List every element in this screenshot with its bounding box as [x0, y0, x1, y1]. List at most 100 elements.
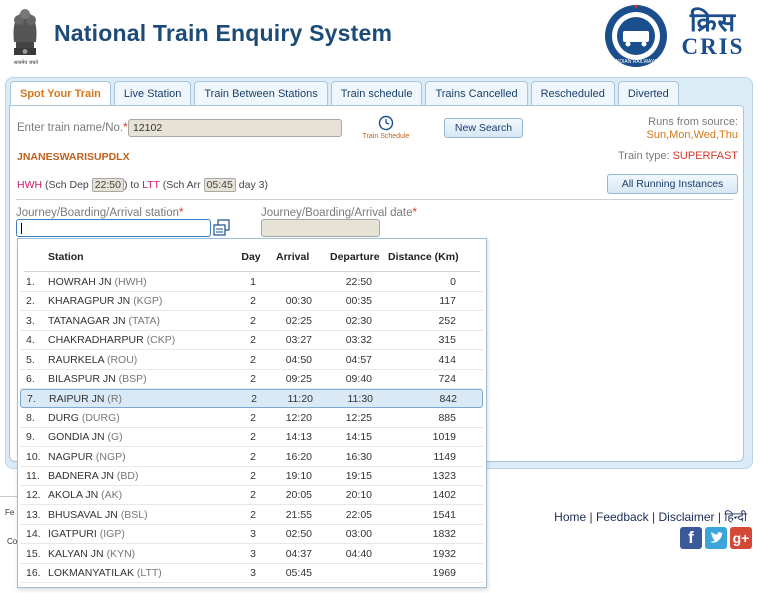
- row-station: LOKMANYATILAK (LTT): [48, 567, 162, 579]
- station-row[interactable]: 3. 2 02:25 02:30 252 TATANAGAR JN (TATA): [20, 312, 483, 331]
- row-distance: 724: [438, 373, 456, 385]
- train-type-value: SUPERFAST: [672, 150, 738, 162]
- row-station: DURG (DURG): [48, 412, 120, 424]
- train-type: Train type: SUPERFAST: [618, 150, 738, 162]
- tab-train-schedule[interactable]: Train schedule: [330, 81, 423, 105]
- date-input[interactable]: [261, 219, 380, 237]
- row-station: KHARAGPUR JN (KGP): [48, 295, 162, 307]
- row-number: 4.: [26, 334, 35, 347]
- station-row[interactable]: 15. 3 04:37 04:40 1932 KALYAN JN (KYN): [20, 545, 483, 564]
- header-station: Station: [48, 251, 84, 263]
- clock-icon: [378, 115, 394, 131]
- train-input-label: Enter train name/No.*: [17, 122, 128, 134]
- row-station: GONDIA JN (G): [48, 431, 123, 443]
- row-day: 2: [250, 314, 256, 327]
- station-list-icon[interactable]: [213, 219, 231, 237]
- station-name: RAURKELA: [48, 353, 105, 366]
- station-input[interactable]: [16, 219, 211, 237]
- facebook-icon[interactable]: f: [680, 527, 702, 549]
- divider: [16, 199, 733, 200]
- station-row[interactable]: 10. 2 16:20 16:30 1149 NAGPUR (NGP): [20, 448, 483, 467]
- tab-rescheduled[interactable]: Rescheduled: [530, 81, 615, 105]
- all-running-instances-button[interactable]: All Running Instances: [607, 174, 738, 194]
- station-name: DURG: [48, 411, 79, 424]
- row-departure: 22:50: [345, 276, 372, 288]
- row-distance: 1832: [432, 528, 456, 541]
- row-number: 10.: [26, 450, 41, 463]
- station-code: (BSP): [118, 373, 147, 385]
- row-departure: 19:15: [345, 470, 372, 482]
- row-day: 2: [251, 393, 257, 406]
- runs-label: Runs from source:: [648, 116, 738, 128]
- row-station: NAGPUR (NGP): [48, 451, 126, 463]
- row-distance: 1149: [433, 450, 456, 463]
- row-day: 1: [250, 276, 256, 288]
- tab-trains-cancelled[interactable]: Trains Cancelled: [425, 81, 528, 105]
- runs-days: Sun,Mon,Wed,Thu: [646, 129, 738, 141]
- station-row[interactable]: 13. 2 21:55 22:05 1541 BHUSAVAL JN (BSL): [20, 506, 483, 525]
- google-plus-icon[interactable]: g+: [730, 527, 752, 549]
- station-code: (BSL): [120, 508, 148, 521]
- train-type-label: Train type:: [617, 150, 670, 162]
- row-day: 2: [250, 353, 256, 366]
- station-row[interactable]: 8. 2 12:20 12:25 885 DURG (DURG): [20, 409, 483, 428]
- station-row[interactable]: 5. 2 04:50 04:57 414 RAURKELA (ROU): [20, 351, 483, 370]
- station-row[interactable]: 16. 3 05:45 1969 LOKMANYATILAK (LTT): [20, 564, 483, 583]
- station-row[interactable]: 7. 2 11:20 11:30 842 RAIPUR JN (R): [20, 389, 483, 409]
- train-number-input[interactable]: 12102: [128, 119, 342, 137]
- row-day: 2: [250, 411, 256, 424]
- station-row[interactable]: 11. 2 19:10 19:15 1323 BADNERA JN (BD): [20, 467, 483, 486]
- row-arrival: 04:50: [285, 353, 312, 366]
- twitter-icon[interactable]: [705, 527, 727, 549]
- row-arrival: 09:25: [285, 373, 312, 385]
- row-distance: 1323: [432, 470, 456, 482]
- row-arrival: 12:20: [285, 411, 312, 424]
- row-distance: 1932: [432, 547, 456, 560]
- hindi-link[interactable]: हिन्दी: [724, 510, 747, 524]
- indian-railways-logo-icon: INDIAN RAILWAYS: [605, 5, 667, 67]
- row-day: 2: [250, 295, 256, 308]
- home-link[interactable]: Home: [554, 510, 586, 524]
- row-departure: 11:30: [347, 393, 374, 406]
- station-code: (TATA): [128, 314, 161, 327]
- row-number: 11.: [26, 470, 40, 482]
- row-arrival: 02:50: [285, 528, 312, 541]
- row-number: 7.: [27, 393, 36, 406]
- train-schedule-button[interactable]: Train Schedule: [356, 115, 416, 141]
- station-code: (LTT): [136, 567, 162, 579]
- station-code: (ROU): [106, 353, 138, 366]
- row-day: 2: [250, 508, 256, 521]
- station-row[interactable]: 12. 2 20:05 20:10 1402 AKOLA JN (AK): [20, 486, 483, 506]
- station-row[interactable]: 4. 2 03:27 03:32 315 CHAKRADHARPUR (CKP): [20, 331, 483, 351]
- station-row[interactable]: 1. 1 22:50 0 HOWRAH JN (HWH): [20, 273, 483, 292]
- tab-spot-your-train[interactable]: Spot Your Train: [10, 81, 111, 107]
- page-title: National Train Enquiry System: [54, 20, 393, 46]
- footer-line: [0, 496, 17, 497]
- row-day: 2: [250, 450, 256, 463]
- station-table-header: Station Day Arrival Departure Distance (…: [18, 248, 486, 266]
- row-arrival: 00:30: [285, 295, 312, 308]
- station-name: GONDIA JN: [48, 431, 105, 444]
- disclaimer-link[interactable]: Disclaimer: [659, 510, 715, 524]
- station-row[interactable]: 2. 2 00:30 00:35 117 KHARAGPUR JN (KGP): [20, 292, 483, 312]
- row-station: BHUSAVAL JN (BSL): [48, 509, 148, 521]
- date-label: Journey/Boarding/Arrival date*: [261, 207, 417, 219]
- new-search-button[interactable]: New Search: [444, 118, 523, 138]
- tab-train-between-stations[interactable]: Train Between Stations: [194, 81, 328, 105]
- row-departure: 16:30: [345, 450, 372, 463]
- station-row[interactable]: 6. 2 09:25 09:40 724 BILASPUR JN (BSP): [20, 370, 483, 389]
- station-name: HOWRAH JN: [48, 276, 112, 288]
- tab-diverted[interactable]: Diverted: [617, 81, 679, 105]
- station-row[interactable]: 9. 2 14:13 14:15 1019 GONDIA JN (G): [20, 428, 483, 448]
- row-departure: 09:40: [345, 373, 372, 385]
- tab-live-station[interactable]: Live Station: [113, 81, 192, 105]
- row-departure: 14:15: [345, 431, 372, 444]
- feedback-link[interactable]: Feedback: [596, 510, 649, 524]
- row-number: 14.: [26, 528, 41, 541]
- row-distance: 885: [438, 411, 456, 424]
- row-day: 2: [250, 470, 256, 482]
- header-distance: Distance (Km): [388, 251, 459, 263]
- station-row[interactable]: 14. 3 02:50 03:00 1832 IGATPURI (IGP): [20, 525, 483, 545]
- station-label: Journey/Boarding/Arrival station*: [16, 207, 184, 219]
- station-name: KALYAN JN: [48, 547, 104, 560]
